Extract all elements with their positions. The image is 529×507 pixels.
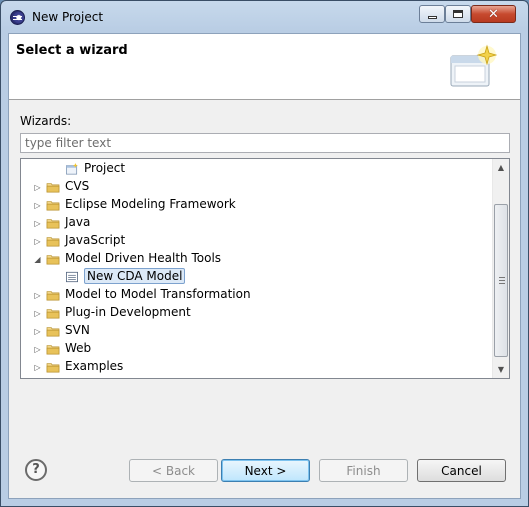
scroll-down-arrow[interactable]: ▼ <box>493 361 509 378</box>
tree-item-label: Plug-in Development <box>65 305 191 319</box>
folder-icon <box>46 219 60 229</box>
tree-item[interactable]: ▷ Plug-in Development <box>21 304 491 322</box>
window-title: New Project <box>32 10 104 24</box>
tree-item[interactable]: New CDA Model <box>21 268 491 286</box>
minimize-button[interactable] <box>419 5 445 23</box>
tree-item[interactable]: ▷ Model to Model Transformation <box>21 286 491 304</box>
expand-arrow-icon[interactable]: ▷ <box>33 327 42 336</box>
folder-icon <box>46 291 60 301</box>
folder-icon <box>46 363 60 373</box>
expand-arrow-icon[interactable]: ▷ <box>33 291 42 300</box>
folder-icon <box>46 183 60 193</box>
tree-item[interactable]: ▷ Examples <box>21 358 491 376</box>
tree-item-label: Model Driven Health Tools <box>65 251 222 265</box>
close-icon: ✕ <box>488 6 499 22</box>
eclipse-icon <box>10 10 25 25</box>
folder-icon <box>46 237 60 247</box>
maximize-button[interactable] <box>445 5 471 23</box>
vertical-scrollbar[interactable]: ▲ ▼ <box>492 159 509 378</box>
folder-icon <box>46 201 60 211</box>
tree-item-label: JavaScript <box>65 233 126 247</box>
tree-item[interactable]: ◢ Model Driven Health Tools <box>21 250 491 268</box>
collapse-arrow-icon[interactable]: ◢ <box>33 255 42 264</box>
expand-arrow-icon[interactable]: ▷ <box>33 183 42 192</box>
scroll-up-arrow[interactable]: ▲ <box>493 159 509 176</box>
tree-item[interactable]: ▷ Web <box>21 340 491 358</box>
model-icon <box>66 271 78 283</box>
minimize-icon <box>427 15 437 19</box>
tree-item-label: Project <box>84 161 126 175</box>
tree-item-label: Web <box>65 341 92 355</box>
folder-icon <box>46 255 60 265</box>
expand-arrow-icon[interactable]: ▷ <box>33 201 42 210</box>
tree-item-label: SVN <box>65 323 90 337</box>
tree-item-label: Model to Model Transformation <box>65 287 251 301</box>
folder-icon <box>46 345 60 355</box>
tree-item[interactable]: ▷ CVS <box>21 178 491 196</box>
dialog-client-area: Select a wizard Wizards: Project ▷ CVS ▷ Ecl… <box>8 33 521 499</box>
maximize-icon <box>453 10 463 18</box>
tree-item[interactable]: Project <box>21 160 491 178</box>
thumb-grip-icon <box>499 277 505 284</box>
folder-icon <box>46 309 60 319</box>
tree-item-label: New CDA Model <box>84 268 186 284</box>
finish-button[interactable]: Finish <box>319 459 408 482</box>
tree-item-label: CVS <box>65 179 90 193</box>
page-title: Select a wizard <box>16 43 128 58</box>
tree-item-label: Eclipse Modeling Framework <box>65 197 236 211</box>
filter-input[interactable] <box>20 133 510 153</box>
cancel-button[interactable]: Cancel <box>417 459 506 482</box>
tree-item[interactable]: ▷ JavaScript <box>21 232 491 250</box>
wizards-label: Wizards: <box>20 114 72 128</box>
wizard-tree[interactable]: Project ▷ CVS ▷ Eclipse Modeling Framework ▷ J… <box>20 158 510 379</box>
tree-item[interactable]: ▷ Eclipse Modeling Framework <box>21 196 491 214</box>
title-bar[interactable]: New Project ✕ <box>1 1 528 33</box>
scroll-thumb[interactable] <box>494 204 508 357</box>
tree-item-label: Examples <box>65 359 124 373</box>
expand-arrow-icon[interactable]: ▷ <box>33 219 42 228</box>
expand-arrow-icon[interactable]: ▷ <box>33 345 42 354</box>
close-button[interactable]: ✕ <box>471 5 516 23</box>
new-wizard-icon <box>450 44 497 87</box>
expand-arrow-icon[interactable]: ▷ <box>33 363 42 372</box>
project-icon <box>66 163 78 175</box>
tree-item[interactable]: ▷ SVN <box>21 322 491 340</box>
expand-arrow-icon[interactable]: ▷ <box>33 237 42 246</box>
folder-icon <box>46 327 60 337</box>
tree-item-label: Java <box>65 215 91 229</box>
wizard-header: Select a wizard <box>9 34 520 100</box>
new-project-window: New Project ✕ Select a wizard Wizards: P… <box>0 0 529 507</box>
next-button[interactable]: Next > <box>221 459 310 482</box>
back-button[interactable]: < Back <box>129 459 218 482</box>
expand-arrow-icon[interactable]: ▷ <box>33 309 42 318</box>
tree-item[interactable]: ▷ Java <box>21 214 491 232</box>
help-button[interactable]: ? <box>25 459 47 481</box>
